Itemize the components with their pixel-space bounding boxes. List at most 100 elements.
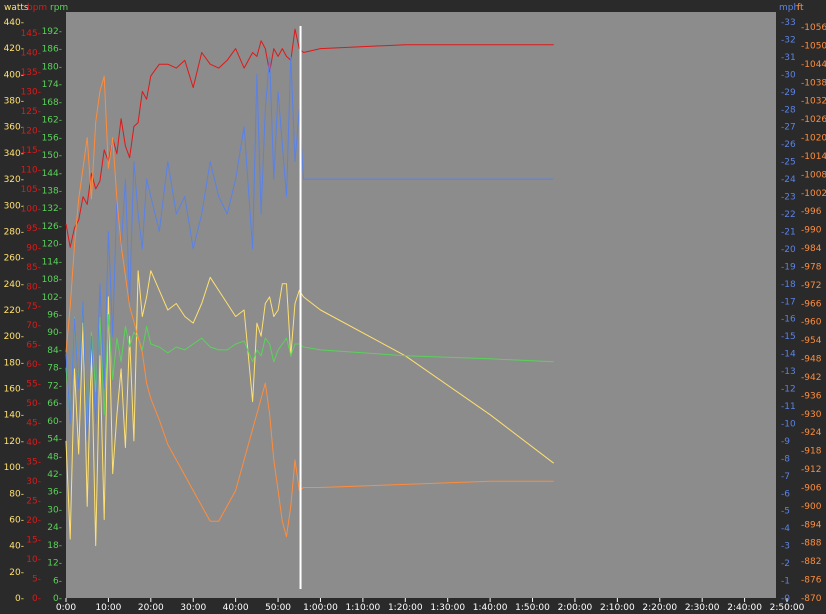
ft-tick-label: -1002 bbox=[801, 189, 826, 199]
ft-tick-label: -936 bbox=[801, 391, 822, 401]
bpm-tick-label: 45- bbox=[26, 419, 41, 429]
bpm-tick-label: 125- bbox=[21, 107, 41, 117]
mph-tick-label: -32 bbox=[781, 35, 796, 45]
rpm-tick-label: 78- bbox=[47, 364, 62, 374]
mph-tick-label: -13 bbox=[781, 367, 796, 377]
rpm-tick-label: 66- bbox=[47, 399, 62, 409]
mph-tick-label: -20 bbox=[781, 245, 796, 255]
rpm-tick-label: 120- bbox=[42, 240, 62, 250]
ft-tick-label: -1050 bbox=[801, 41, 826, 51]
mph-tick-label: -25 bbox=[781, 158, 796, 168]
ft-tick-label: -960 bbox=[801, 318, 822, 328]
mph-tick-label: -2 bbox=[781, 559, 790, 569]
watts-tick-label: 240- bbox=[4, 280, 24, 290]
bpm-tick-label: 35- bbox=[26, 458, 41, 468]
rpm-tick-label: 36- bbox=[47, 488, 62, 498]
mph-tick-label: -17 bbox=[781, 297, 796, 307]
header-bpm: bpm bbox=[27, 3, 47, 13]
x-tick-label: 10:00 bbox=[95, 603, 121, 613]
ft-tick-label: -894 bbox=[801, 520, 822, 530]
x-tick-label: 40:00 bbox=[223, 603, 249, 613]
x-tick-label: 1:10:00 bbox=[346, 603, 381, 613]
x-tick-label: 2:10:00 bbox=[600, 603, 635, 613]
x-tick-label: 2:50:00 bbox=[770, 603, 805, 613]
bpm-tick-label: 65- bbox=[26, 341, 41, 351]
bpm-tick-label: 40- bbox=[26, 438, 41, 448]
watts-tick-label: 280- bbox=[4, 227, 24, 237]
ft-tick-label: -1008 bbox=[801, 170, 826, 180]
rpm-tick-label: 24- bbox=[47, 523, 62, 533]
rpm-tick-label: 6- bbox=[53, 576, 62, 586]
rpm-tick-label: 186- bbox=[42, 45, 62, 55]
ft-tick-label: -1032 bbox=[801, 97, 826, 107]
x-tick-label: 50:00 bbox=[265, 603, 291, 613]
bpm-tick-label: 75- bbox=[26, 302, 41, 312]
rpm-tick-label: 156- bbox=[42, 133, 62, 143]
ft-tick-label: -900 bbox=[801, 502, 822, 512]
header-watts: watts bbox=[4, 3, 29, 13]
mph-tick-label: -33 bbox=[781, 18, 796, 28]
bpm-tick-label: 80- bbox=[26, 282, 41, 292]
x-tick-label: 30:00 bbox=[180, 603, 206, 613]
rpm-tick-label: 90- bbox=[47, 328, 62, 338]
rpm-tick-label: 42- bbox=[47, 470, 62, 480]
bpm-tick-label: 55- bbox=[26, 380, 41, 390]
mph-tick-label: -24 bbox=[781, 175, 796, 185]
bpm-tick-label: 145- bbox=[21, 29, 41, 39]
mph-tick-label: -4 bbox=[781, 524, 790, 534]
bpm-tick-label: 30- bbox=[26, 477, 41, 487]
ft-tick-label: -1014 bbox=[801, 152, 826, 162]
mph-tick-label: -22 bbox=[781, 210, 796, 220]
watts-tick-label: 200- bbox=[4, 332, 24, 342]
ft-tick-label: -1056 bbox=[801, 23, 826, 33]
mph-tick-label: -16 bbox=[781, 315, 796, 325]
mph-tick-label: -12 bbox=[781, 385, 796, 395]
ft-tick-label: -930 bbox=[801, 410, 822, 420]
mph-tick-label: -28 bbox=[781, 105, 796, 115]
mph-tick-label: -21 bbox=[781, 227, 796, 237]
ft-tick-label: -906 bbox=[801, 483, 822, 493]
watts-tick-label: 260- bbox=[4, 254, 24, 264]
rpm-tick-label: 174- bbox=[42, 80, 62, 90]
mph-tick-label: -23 bbox=[781, 193, 796, 203]
rpm-tick-label: 96- bbox=[47, 311, 62, 321]
ft-tick-label: -1026 bbox=[801, 115, 826, 125]
watts-tick-label: 320- bbox=[4, 175, 24, 185]
bpm-tick-label: 95- bbox=[26, 224, 41, 234]
ft-tick-label: -972 bbox=[801, 281, 821, 291]
watts-tick-label: 140- bbox=[4, 411, 24, 421]
rpm-tick-label: 54- bbox=[47, 435, 62, 445]
x-tick-label: 1:50:00 bbox=[515, 603, 550, 613]
ft-tick-label: -1038 bbox=[801, 78, 826, 88]
watts-tick-label: 120- bbox=[4, 437, 24, 447]
rpm-tick-label: 180- bbox=[42, 62, 62, 72]
watts-tick-label: 160- bbox=[4, 385, 24, 395]
bpm-tick-label: 140- bbox=[21, 48, 41, 58]
x-tick-label: 2:30:00 bbox=[685, 603, 720, 613]
mph-tick-label: -18 bbox=[781, 280, 796, 290]
mph-tick-label: -11 bbox=[781, 402, 796, 412]
ft-tick-label: -984 bbox=[801, 244, 822, 254]
ft-tick-label: -888 bbox=[801, 539, 822, 549]
mph-tick-label: -9 bbox=[781, 437, 790, 447]
rpm-tick-label: 138- bbox=[42, 186, 62, 196]
header-rpm: rpm bbox=[50, 3, 68, 13]
rpm-tick-label: 192- bbox=[42, 27, 62, 37]
x-tick-label: 2:00:00 bbox=[558, 603, 593, 613]
header-ft: ft bbox=[797, 3, 804, 13]
rpm-tick-label: 60- bbox=[47, 417, 62, 427]
ft-tick-label: -966 bbox=[801, 299, 822, 309]
bpm-tick-label: 110- bbox=[21, 165, 41, 175]
mph-tick-label: -19 bbox=[781, 262, 796, 272]
rpm-tick-label: 162- bbox=[42, 116, 62, 126]
rpm-tick-label: 48- bbox=[47, 452, 62, 462]
rpm-tick-label: 144- bbox=[42, 169, 62, 179]
mph-tick-label: -3 bbox=[781, 542, 790, 552]
bpm-tick-label: 115- bbox=[21, 146, 41, 156]
bpm-tick-label: 25- bbox=[26, 497, 41, 507]
ride-chart: 0- 20- 40- 60- 80- 100- 120- 140- 160- 180- 200- 22… bbox=[0, 0, 826, 614]
bpm-tick-label: 100- bbox=[21, 204, 41, 214]
x-tick-label: 1:40:00 bbox=[473, 603, 508, 613]
watts-tick-label: 180- bbox=[4, 358, 24, 368]
mph-tick-label: -26 bbox=[781, 140, 796, 150]
